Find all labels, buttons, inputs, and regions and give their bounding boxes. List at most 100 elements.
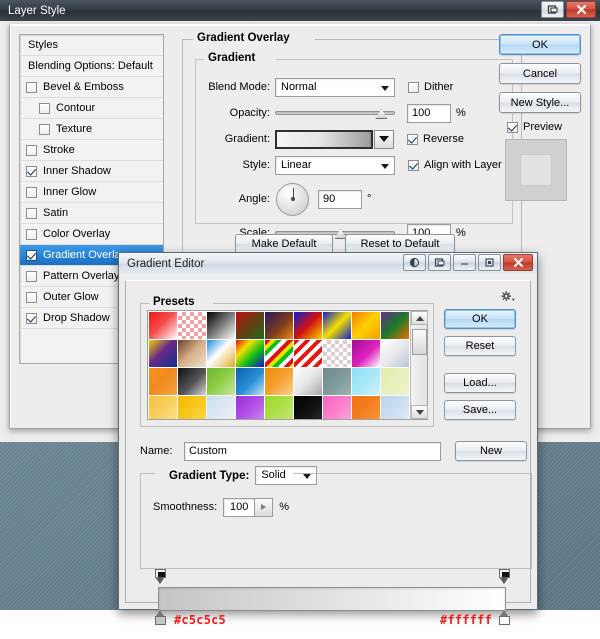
- style-row-color-overlay[interactable]: Color Overlay: [20, 224, 163, 245]
- preset-swatch[interactable]: [149, 396, 177, 419]
- gradient-strip[interactable]: [158, 587, 506, 611]
- style-check-icon[interactable]: [26, 81, 37, 93]
- preset-swatch[interactable]: [236, 312, 264, 339]
- preset-swatch[interactable]: [178, 368, 206, 395]
- preset-swatch[interactable]: [352, 396, 380, 419]
- presets-well[interactable]: [147, 310, 428, 420]
- style-check-icon[interactable]: [26, 165, 37, 177]
- gradient-editor-titlebar[interactable]: Gradient Editor: [119, 253, 537, 274]
- collapse-icon[interactable]: [403, 254, 426, 271]
- color-stop-right[interactable]: [498, 610, 511, 625]
- scrollbar-thumb[interactable]: [412, 329, 427, 355]
- preset-menu-gear-icon[interactable]: [500, 290, 516, 307]
- dock-icon[interactable]: [541, 1, 564, 18]
- blending-options-row[interactable]: Blending Options: Default: [20, 56, 163, 77]
- restore-icon[interactable]: [478, 254, 501, 271]
- angle-input[interactable]: 90: [318, 189, 362, 209]
- preset-swatch[interactable]: [294, 396, 322, 419]
- preset-swatch[interactable]: [352, 312, 380, 339]
- scroll-up-button[interactable]: [411, 311, 428, 325]
- preset-swatch-grid[interactable]: [148, 311, 410, 419]
- smoothness-input[interactable]: 100: [223, 497, 256, 517]
- close-icon[interactable]: [566, 1, 596, 18]
- close-icon[interactable]: [503, 254, 533, 271]
- ok-button[interactable]: OK: [499, 34, 581, 55]
- opacity-stop-right[interactable]: [498, 569, 511, 584]
- style-select[interactable]: Linear: [275, 155, 395, 175]
- preset-swatch[interactable]: [236, 396, 264, 419]
- ge-reset-button[interactable]: Reset: [444, 336, 516, 356]
- preset-swatch[interactable]: [207, 368, 235, 395]
- style-check-icon[interactable]: [26, 270, 37, 282]
- style-check-icon[interactable]: [39, 102, 50, 114]
- style-check-icon[interactable]: [26, 291, 37, 303]
- minimize-icon[interactable]: [453, 254, 476, 271]
- preset-swatch[interactable]: [352, 368, 380, 395]
- preset-swatch[interactable]: [207, 340, 235, 367]
- blend-mode-select[interactable]: Normal: [275, 77, 395, 97]
- name-input[interactable]: Custom: [184, 441, 441, 461]
- scroll-down-button[interactable]: [411, 405, 428, 419]
- preset-swatch[interactable]: [207, 396, 235, 419]
- style-row-texture[interactable]: Texture: [20, 119, 163, 140]
- style-row-contour[interactable]: Contour: [20, 98, 163, 119]
- opacity-stop-left[interactable]: [154, 569, 167, 584]
- reset-to-default-button[interactable]: Reset to Default: [345, 234, 455, 254]
- dither-checkbox[interactable]: Dither: [408, 81, 453, 93]
- preset-swatch[interactable]: [381, 396, 409, 419]
- make-default-button[interactable]: Make Default: [235, 234, 333, 254]
- smoothness-stepper[interactable]: [255, 497, 274, 517]
- preset-swatch[interactable]: [381, 340, 409, 367]
- preset-swatch[interactable]: [323, 396, 351, 419]
- reverse-checkbox[interactable]: Reverse: [407, 133, 464, 145]
- style-check-icon[interactable]: [39, 123, 50, 135]
- ge-load-button[interactable]: Load...: [444, 373, 516, 393]
- cancel-button[interactable]: Cancel: [499, 63, 581, 84]
- layer-style-titlebar[interactable]: Layer Style: [0, 0, 600, 21]
- style-check-icon[interactable]: [26, 144, 37, 156]
- style-row-inner-glow[interactable]: Inner Glow: [20, 182, 163, 203]
- preset-swatch[interactable]: [265, 396, 293, 419]
- preset-swatch[interactable]: [352, 340, 380, 367]
- preset-swatch[interactable]: [178, 340, 206, 367]
- style-check-icon[interactable]: [26, 228, 37, 240]
- color-stop-left-swatch[interactable]: [155, 616, 166, 625]
- style-row-inner-shadow[interactable]: Inner Shadow: [20, 161, 163, 182]
- new-preset-button[interactable]: New: [455, 441, 527, 461]
- style-row-satin[interactable]: Satin: [20, 203, 163, 224]
- gradient-picker-button[interactable]: [374, 129, 394, 149]
- preset-swatch[interactable]: [149, 368, 177, 395]
- preset-swatch[interactable]: [294, 312, 322, 339]
- preview-checkbox[interactable]: Preview: [507, 121, 581, 133]
- new-style-button[interactable]: New Style...: [499, 92, 581, 113]
- style-check-icon[interactable]: [26, 186, 37, 198]
- align-with-layer-checkbox[interactable]: Align with Layer: [408, 159, 502, 171]
- color-stop-left[interactable]: [154, 610, 167, 625]
- dock-icon[interactable]: [428, 254, 451, 271]
- angle-dial[interactable]: [276, 182, 309, 216]
- preset-swatch[interactable]: [323, 340, 351, 367]
- preset-swatch[interactable]: [265, 312, 293, 339]
- gradient-type-select[interactable]: Solid: [255, 466, 318, 485]
- preset-swatch[interactable]: [323, 368, 351, 395]
- preset-swatch[interactable]: [294, 340, 322, 367]
- ge-ok-button[interactable]: OK: [444, 309, 516, 329]
- style-check-icon[interactable]: [26, 249, 37, 261]
- style-check-icon[interactable]: [26, 207, 37, 219]
- preset-swatch[interactable]: [381, 368, 409, 395]
- preset-swatch[interactable]: [149, 340, 177, 367]
- gradient-preview-swatch[interactable]: [275, 129, 373, 149]
- preset-swatch[interactable]: [236, 368, 264, 395]
- preset-swatch[interactable]: [207, 312, 235, 339]
- presets-scrollbar[interactable]: [410, 311, 428, 419]
- preset-swatch[interactable]: [265, 368, 293, 395]
- color-stop-right-swatch[interactable]: [499, 616, 510, 625]
- preset-swatch[interactable]: [265, 340, 293, 367]
- preset-swatch[interactable]: [178, 312, 206, 339]
- preset-swatch[interactable]: [381, 312, 409, 339]
- style-check-icon[interactable]: [26, 312, 37, 324]
- preset-swatch[interactable]: [294, 368, 322, 395]
- opacity-slider[interactable]: [275, 106, 395, 120]
- opacity-input[interactable]: 100: [407, 103, 451, 123]
- preset-swatch[interactable]: [236, 340, 264, 367]
